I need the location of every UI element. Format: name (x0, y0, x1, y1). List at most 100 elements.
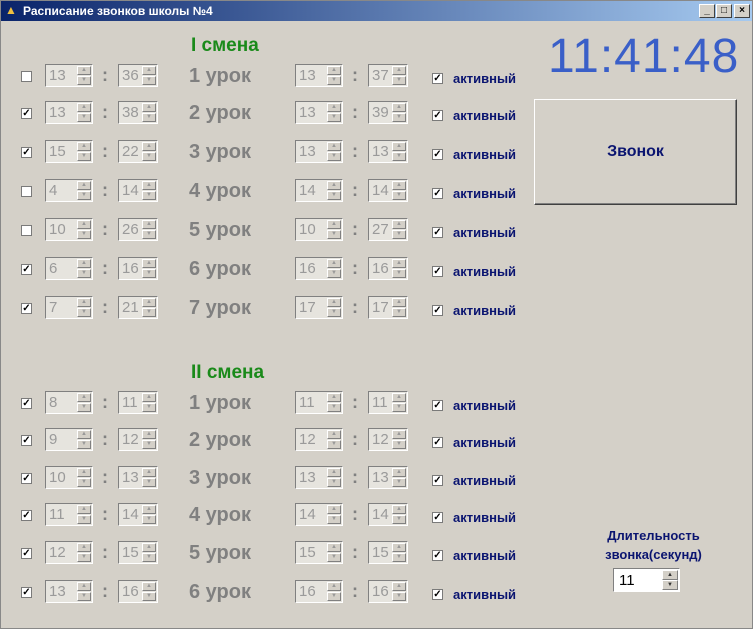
start-hour-spinner-up-arrow-icon[interactable]: ▲ (77, 298, 91, 307)
end-hour-spinner[interactable]: 14 ▲ ▼ (295, 179, 343, 202)
end-minute-spinner-up-arrow-icon[interactable]: ▲ (392, 505, 406, 514)
end-hour-spinner-up-arrow-icon[interactable]: ▲ (327, 103, 341, 112)
start-hour-spinner-value[interactable]: 13 (49, 104, 66, 121)
end-hour-spinner-up-arrow-icon[interactable]: ▲ (327, 543, 341, 552)
start-hour-spinner-down-arrow-icon[interactable]: ▼ (77, 403, 91, 412)
start-minute-spinner-up-arrow-icon[interactable]: ▲ (142, 393, 156, 402)
end-hour-spinner[interactable]: 12 ▲ ▼ (295, 428, 343, 451)
end-hour-spinner[interactable]: 11 ▲ ▼ (295, 391, 343, 414)
start-hour-spinner-up-arrow-icon[interactable]: ▲ (77, 220, 91, 229)
end-minute-spinner[interactable]: 37 ▲ ▼ (368, 64, 408, 87)
end-minute-spinner-up-arrow-icon[interactable]: ▲ (392, 298, 406, 307)
start-minute-spinner[interactable]: 16 ▲ ▼ (118, 580, 158, 603)
end-minute-spinner[interactable]: 13 ▲ ▼ (368, 140, 408, 163)
end-hour-spinner-down-arrow-icon[interactable]: ▼ (327, 230, 341, 239)
end-hour-spinner-up-arrow-icon[interactable]: ▲ (327, 298, 341, 307)
start-minute-spinner-value[interactable]: 11 (122, 394, 138, 411)
end-minute-spinner-value[interactable]: 16 (372, 260, 389, 277)
start-minute-spinner-up-arrow-icon[interactable]: ▲ (142, 468, 156, 477)
start-hour-spinner[interactable]: 4 ▲ ▼ (45, 179, 93, 202)
end-minute-spinner[interactable]: 17 ▲ ▼ (368, 296, 408, 319)
start-hour-spinner-down-arrow-icon[interactable]: ▼ (77, 113, 91, 122)
duration-up-arrow-icon[interactable]: ▲ (662, 570, 678, 580)
start-minute-spinner[interactable]: 26 ▲ ▼ (118, 218, 158, 241)
start-minute-spinner[interactable]: 38 ▲ ▼ (118, 101, 158, 124)
end-minute-spinner-down-arrow-icon[interactable]: ▼ (392, 113, 406, 122)
start-hour-spinner-down-arrow-icon[interactable]: ▼ (77, 76, 91, 85)
start-minute-spinner-value[interactable]: 22 (122, 143, 139, 160)
end-minute-spinner-value[interactable]: 15 (372, 544, 389, 561)
duration-value[interactable]: 11 (619, 572, 635, 589)
end-minute-spinner-value[interactable]: 17 (372, 299, 389, 316)
start-minute-spinner-up-arrow-icon[interactable]: ▲ (142, 430, 156, 439)
start-hour-spinner-down-arrow-icon[interactable]: ▼ (77, 152, 91, 161)
lesson-enable-checkbox[interactable]: ✓ (21, 108, 32, 119)
end-minute-spinner[interactable]: 16 ▲ ▼ (368, 580, 408, 603)
lesson-enable-checkbox[interactable]: ✓ (21, 264, 32, 275)
start-minute-spinner[interactable]: 16 ▲ ▼ (118, 257, 158, 280)
lesson-enable-checkbox[interactable]: ✓ (21, 473, 32, 484)
end-hour-spinner[interactable]: 13 ▲ ▼ (295, 101, 343, 124)
start-minute-spinner-value[interactable]: 38 (122, 104, 139, 121)
start-minute-spinner-down-arrow-icon[interactable]: ▼ (142, 553, 156, 562)
start-minute-spinner-value[interactable]: 26 (122, 221, 139, 238)
end-hour-spinner[interactable]: 13 ▲ ▼ (295, 64, 343, 87)
active-checkbox[interactable]: ✓ (432, 550, 443, 561)
start-minute-spinner[interactable]: 12 ▲ ▼ (118, 428, 158, 451)
end-minute-spinner[interactable]: 16 ▲ ▼ (368, 257, 408, 280)
end-hour-spinner-up-arrow-icon[interactable]: ▲ (327, 505, 341, 514)
active-checkbox[interactable]: ✓ (432, 149, 443, 160)
start-minute-spinner[interactable]: 36 ▲ ▼ (118, 64, 158, 87)
start-hour-spinner-value[interactable]: 7 (49, 299, 57, 316)
start-hour-spinner[interactable]: 13 ▲ ▼ (45, 580, 93, 603)
start-hour-spinner-down-arrow-icon[interactable]: ▼ (77, 269, 91, 278)
end-minute-spinner-up-arrow-icon[interactable]: ▲ (392, 66, 406, 75)
start-hour-spinner-value[interactable]: 8 (49, 394, 57, 411)
start-hour-spinner[interactable]: 10 ▲ ▼ (45, 466, 93, 489)
start-hour-spinner-value[interactable]: 10 (49, 221, 66, 238)
start-hour-spinner[interactable]: 8 ▲ ▼ (45, 391, 93, 414)
end-hour-spinner-value[interactable]: 16 (299, 260, 316, 277)
start-minute-spinner-down-arrow-icon[interactable]: ▼ (142, 230, 156, 239)
start-minute-spinner-value[interactable]: 15 (122, 544, 139, 561)
start-minute-spinner-up-arrow-icon[interactable]: ▲ (142, 505, 156, 514)
end-minute-spinner-up-arrow-icon[interactable]: ▲ (392, 103, 406, 112)
end-hour-spinner-value[interactable]: 11 (299, 394, 315, 411)
start-minute-spinner-up-arrow-icon[interactable]: ▲ (142, 181, 156, 190)
start-hour-spinner-value[interactable]: 15 (49, 143, 66, 160)
lesson-enable-checkbox[interactable] (21, 71, 32, 82)
start-hour-spinner-up-arrow-icon[interactable]: ▲ (77, 543, 91, 552)
start-minute-spinner-value[interactable]: 36 (122, 67, 139, 84)
lesson-enable-checkbox[interactable]: ✓ (21, 548, 32, 559)
end-hour-spinner-up-arrow-icon[interactable]: ▲ (327, 582, 341, 591)
start-minute-spinner[interactable]: 13 ▲ ▼ (118, 466, 158, 489)
start-minute-spinner-up-arrow-icon[interactable]: ▲ (142, 582, 156, 591)
end-minute-spinner-value[interactable]: 14 (372, 506, 389, 523)
active-checkbox[interactable]: ✓ (432, 188, 443, 199)
end-hour-spinner-value[interactable]: 14 (299, 182, 316, 199)
start-hour-spinner[interactable]: 6 ▲ ▼ (45, 257, 93, 280)
start-minute-spinner-up-arrow-icon[interactable]: ▲ (142, 220, 156, 229)
end-hour-spinner-value[interactable]: 13 (299, 104, 316, 121)
end-minute-spinner[interactable]: 27 ▲ ▼ (368, 218, 408, 241)
start-minute-spinner[interactable]: 22 ▲ ▼ (118, 140, 158, 163)
start-hour-spinner-down-arrow-icon[interactable]: ▼ (77, 478, 91, 487)
end-hour-spinner-down-arrow-icon[interactable]: ▼ (327, 440, 341, 449)
end-minute-spinner-value[interactable]: 14 (372, 182, 389, 199)
end-minute-spinner-down-arrow-icon[interactable]: ▼ (392, 553, 406, 562)
end-hour-spinner[interactable]: 13 ▲ ▼ (295, 140, 343, 163)
lesson-enable-checkbox[interactable]: ✓ (21, 435, 32, 446)
start-hour-spinner-value[interactable]: 6 (49, 260, 57, 277)
end-minute-spinner-up-arrow-icon[interactable]: ▲ (392, 181, 406, 190)
lesson-enable-checkbox[interactable]: ✓ (21, 147, 32, 158)
start-hour-spinner[interactable]: 12 ▲ ▼ (45, 541, 93, 564)
end-hour-spinner-down-arrow-icon[interactable]: ▼ (327, 269, 341, 278)
start-minute-spinner-value[interactable]: 16 (122, 583, 139, 600)
end-minute-spinner-value[interactable]: 16 (372, 583, 389, 600)
start-minute-spinner[interactable]: 14 ▲ ▼ (118, 179, 158, 202)
end-hour-spinner-down-arrow-icon[interactable]: ▼ (327, 403, 341, 412)
start-minute-spinner-down-arrow-icon[interactable]: ▼ (142, 592, 156, 601)
end-hour-spinner-up-arrow-icon[interactable]: ▲ (327, 393, 341, 402)
start-hour-spinner-down-arrow-icon[interactable]: ▼ (77, 553, 91, 562)
start-minute-spinner[interactable]: 15 ▲ ▼ (118, 541, 158, 564)
